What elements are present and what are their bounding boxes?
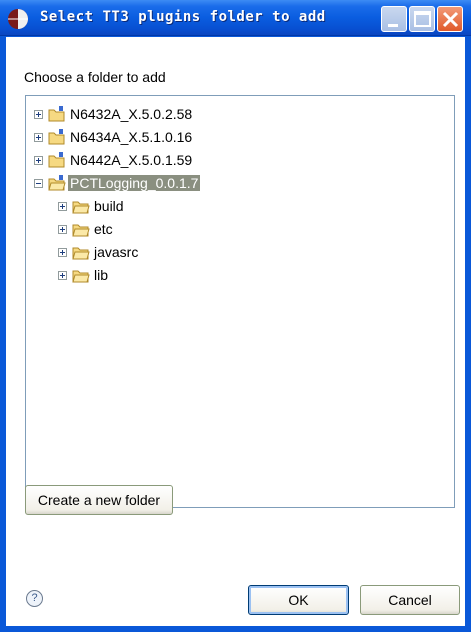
folder-icon bbox=[72, 201, 90, 214]
expand-icon[interactable] bbox=[34, 110, 43, 119]
create-folder-button[interactable]: Create a new folder bbox=[25, 485, 173, 515]
expand-icon[interactable] bbox=[58, 225, 67, 234]
maximize-icon bbox=[414, 11, 431, 27]
tree-node-label: N6432A_X.5.0.2.58 bbox=[70, 106, 193, 122]
tree-node-label: javasrc bbox=[94, 244, 139, 260]
expand-icon[interactable] bbox=[58, 271, 67, 280]
tree-node-label: etc bbox=[94, 221, 113, 237]
project-folder-open-icon bbox=[48, 175, 66, 191]
help-icon[interactable]: ? bbox=[26, 590, 43, 607]
tree-node-label: build bbox=[94, 198, 124, 214]
minimize-button[interactable] bbox=[381, 6, 407, 32]
project-folder-icon bbox=[48, 106, 65, 122]
folder-tree[interactable]: N6432A_X.5.0.2.58 N6434A_X.5.1.0.16 N644… bbox=[25, 95, 455, 508]
tree-node-label: N6434A_X.5.1.0.16 bbox=[70, 129, 193, 145]
ok-button[interactable]: OK bbox=[248, 585, 349, 615]
dialog-window: Select TT3 plugins folder to add Choose … bbox=[0, 0, 471, 632]
tree-node-label: lib bbox=[94, 267, 109, 283]
cancel-button[interactable]: Cancel bbox=[360, 585, 460, 615]
minimize-icon bbox=[388, 24, 398, 27]
expand-icon[interactable] bbox=[34, 156, 43, 165]
window-title: Select TT3 plugins folder to add bbox=[40, 9, 326, 25]
close-icon bbox=[442, 11, 459, 28]
tree-node-label: PCTLogging_0.0.1.7 bbox=[68, 175, 201, 191]
tree-node-label: N6442A_X.5.0.1.59 bbox=[70, 152, 193, 168]
dialog-body: Choose a folder to add N6432A_X.5.0.2.58… bbox=[6, 37, 465, 626]
expand-icon[interactable] bbox=[58, 202, 67, 211]
folder-icon bbox=[72, 247, 90, 260]
dialog-prompt: Choose a folder to add bbox=[24, 69, 166, 85]
project-folder-icon bbox=[48, 152, 65, 168]
maximize-button[interactable] bbox=[409, 6, 435, 32]
collapse-icon[interactable] bbox=[34, 179, 43, 188]
close-button[interactable] bbox=[437, 6, 463, 32]
project-folder-icon bbox=[48, 129, 65, 145]
expand-icon[interactable] bbox=[58, 248, 67, 257]
eclipse-icon bbox=[8, 9, 28, 29]
expand-icon[interactable] bbox=[34, 133, 43, 142]
folder-icon bbox=[72, 270, 90, 283]
folder-icon bbox=[72, 224, 90, 237]
title-bar[interactable]: Select TT3 plugins folder to add bbox=[0, 0, 471, 36]
